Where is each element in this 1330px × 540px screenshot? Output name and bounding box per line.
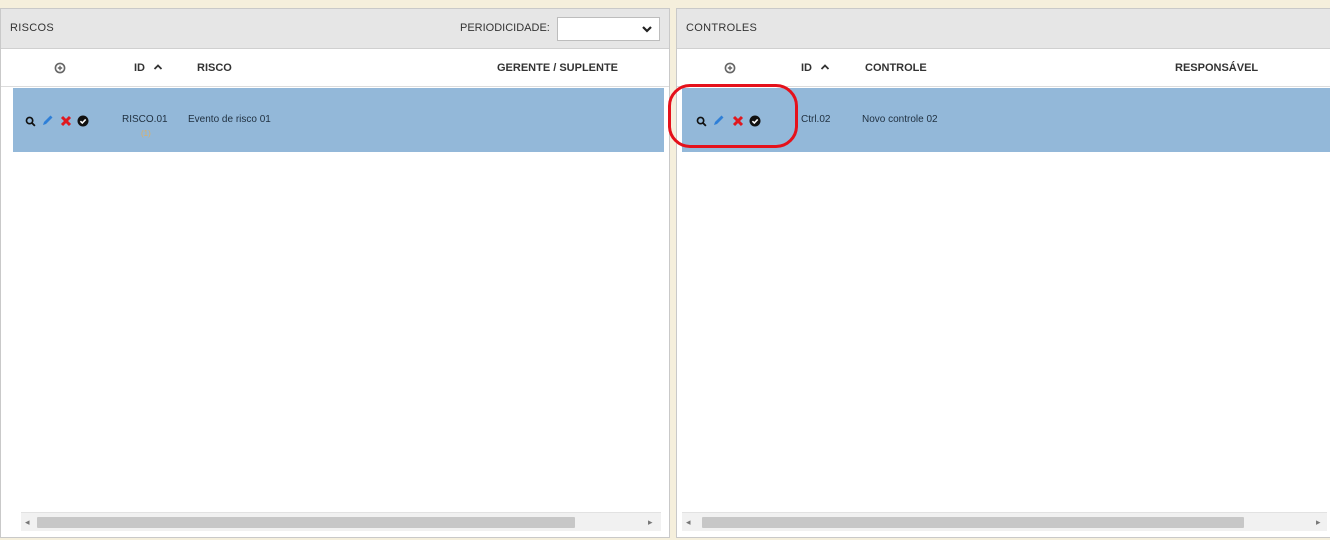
horizontal-scrollbar[interactable]: ◂ ▸	[682, 512, 1327, 531]
check-circle-icon[interactable]	[77, 115, 89, 127]
periodicidade-label: PERIODICIDADE:	[460, 22, 550, 34]
controles-column-header: ID CONTROLE RESPONSÁVEL	[677, 49, 1330, 87]
chevron-down-icon	[642, 26, 652, 33]
delete-x-icon[interactable]	[732, 115, 744, 127]
check-circle-icon[interactable]	[749, 115, 761, 127]
risco-id: RISCO.01	[122, 114, 168, 125]
plus-circle-icon[interactable]	[54, 62, 66, 74]
col-risco[interactable]: RISCO	[197, 62, 232, 74]
col-id[interactable]: ID	[134, 62, 163, 74]
sort-asc-icon	[153, 64, 163, 70]
sort-asc-icon	[820, 64, 830, 70]
riscos-header: RISCOS PERIODICIDADE:	[1, 9, 669, 49]
delete-x-icon[interactable]	[60, 115, 72, 127]
table-row[interactable]: Ctrl.02 Novo controle 02	[682, 88, 1330, 152]
arrow-right-icon[interactable]: ▸	[648, 517, 653, 528]
search-icon[interactable]	[25, 116, 36, 127]
riscos-title: RISCOS	[10, 22, 54, 34]
risco-sub-badge: (1)	[141, 129, 151, 138]
arrow-left-icon[interactable]: ◂	[686, 517, 691, 528]
table-row[interactable]: RISCO.01 (1) Evento de risco 01	[13, 88, 664, 152]
controle-id: Ctrl.02	[801, 114, 831, 125]
periodicidade-select[interactable]	[557, 17, 660, 41]
col-controle[interactable]: CONTROLE	[865, 62, 927, 74]
plus-circle-icon[interactable]	[724, 62, 736, 74]
scroll-thumb[interactable]	[37, 517, 575, 528]
search-icon[interactable]	[696, 116, 707, 127]
riscos-column-header: ID RISCO GERENTE / SUPLENTE	[1, 49, 669, 87]
col-gerente-suplente[interactable]: GERENTE / SUPLENTE	[497, 62, 618, 74]
arrow-left-icon[interactable]: ◂	[25, 517, 30, 528]
risco-name: Evento de risco 01	[188, 114, 271, 125]
controles-title: CONTROLES	[686, 22, 758, 34]
controles-header: CONTROLES	[677, 9, 1330, 49]
controles-panel: CONTROLES ID CONTROLE RESPONSÁVEL Ctrl.0…	[676, 8, 1330, 538]
horizontal-scrollbar[interactable]: ◂ ▸	[21, 512, 661, 531]
pencil-icon[interactable]	[712, 114, 725, 127]
col-id[interactable]: ID	[801, 62, 830, 74]
arrow-right-icon[interactable]: ▸	[1316, 517, 1321, 528]
controle-name: Novo controle 02	[862, 114, 938, 125]
col-responsavel[interactable]: RESPONSÁVEL	[1175, 62, 1258, 74]
scroll-thumb[interactable]	[702, 517, 1244, 528]
riscos-panel: RISCOS PERIODICIDADE: ID RISCO GERENTE /…	[0, 8, 670, 538]
pencil-icon[interactable]	[41, 114, 54, 127]
